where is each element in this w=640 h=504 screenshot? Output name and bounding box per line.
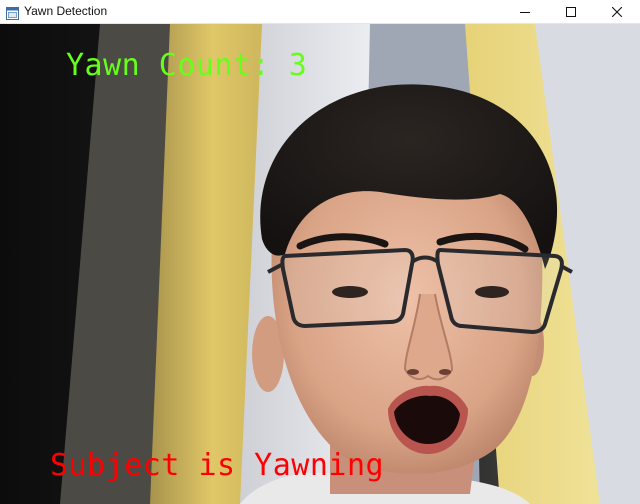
title-bar[interactable]: Yawn Detection (0, 0, 640, 24)
close-button[interactable] (594, 0, 640, 24)
webcam-frame (0, 24, 640, 504)
camera-feed: Yawn Count: 3 Subject is Yawning (0, 24, 640, 504)
maximize-button[interactable] (548, 0, 594, 24)
maximize-icon (566, 7, 576, 17)
minimize-button[interactable] (502, 0, 548, 24)
close-icon (612, 7, 622, 17)
app-window-icon (6, 5, 19, 20)
app-window: Yawn Detection Yawn Count: 3 Subject is … (0, 0, 640, 504)
yawn-count-label: Yawn Count: 3 (66, 48, 308, 83)
minimize-icon (520, 7, 530, 17)
window-title: Yawn Detection (24, 4, 108, 18)
yawning-status-label: Subject is Yawning (50, 448, 385, 483)
